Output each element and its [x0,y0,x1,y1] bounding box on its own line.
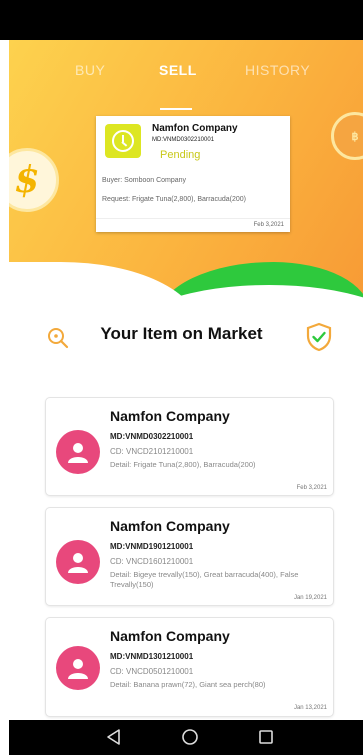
item-detail: Detail: Banana prawn(72), Giant sea perc… [110,680,266,689]
pending-request: Request: Frigate Tuna(2,800), Barracuda(… [102,196,246,203]
home-circle-icon[interactable] [181,728,199,746]
pending-md-code: MD:VNMD0302210001 [152,137,215,143]
item-cd-code: CD: VNCD1601210001 [110,557,194,566]
item-detail: Detail: Bigeye trevally(150), Great barr… [110,570,299,589]
item-md-code: MD:VNMD0302210001 [110,432,194,441]
status-bar [0,0,363,40]
divider [96,218,290,219]
tab-bar: BUY SELL HISTORY [9,62,363,110]
tab-active-indicator [160,108,192,110]
clock-icon [105,124,141,158]
pending-request-card[interactable]: Namfon Company MD:VNMD0302210001 Pending… [96,116,290,232]
person-icon [56,646,100,690]
person-icon [56,430,100,474]
item-date: Jan 13,2021 [293,705,327,711]
back-triangle-icon[interactable] [105,728,123,746]
item-date: Jan 19,2021 [293,595,327,601]
person-icon [56,540,100,584]
market-item-card[interactable]: Namfon Company MD:VNMD1301210001 CD: VNC… [45,617,334,717]
header-banner: BUY SELL HISTORY $ ฿ Namfon Company MD:V… [9,40,363,310]
tab-buy[interactable]: BUY [75,62,105,78]
shield-check-icon[interactable] [305,322,333,352]
item-company-name: Namfon Company [110,628,230,644]
tab-sell[interactable]: SELL [159,62,197,78]
item-cd-code: CD: VNCD0501210001 [110,667,194,676]
recent-square-icon[interactable] [257,728,275,746]
baht-coin-icon: ฿ [331,112,363,160]
item-md-code: MD:VNMD1301210001 [110,652,194,661]
pending-company-name: Namfon Company [152,123,238,134]
pending-buyer: Buyer: Somboon Company [102,177,187,184]
pending-status: Pending [160,149,201,161]
item-company-name: Namfon Company [110,408,230,424]
tab-history[interactable]: HISTORY [245,62,310,78]
item-md-code: MD:VNMD1901210001 [110,542,194,551]
item-company-name: Namfon Company [110,518,230,534]
item-date: Feb 3,2021 [296,485,327,491]
system-nav-bar [9,720,363,755]
pending-date: Feb 3,2021 [253,222,284,228]
market-item-card[interactable]: Namfon Company MD:VNMD1901210001 CD: VNC… [45,507,334,606]
market-item-card[interactable]: Namfon Company MD:VNMD0302210001 CD: VNC… [45,397,334,496]
item-detail: Detail: Frigate Tuna(2,800), Barracuda(2… [110,460,256,469]
dollar-coin-icon: $ [9,148,59,212]
item-cd-code: CD: VNCD2101210001 [110,447,194,456]
